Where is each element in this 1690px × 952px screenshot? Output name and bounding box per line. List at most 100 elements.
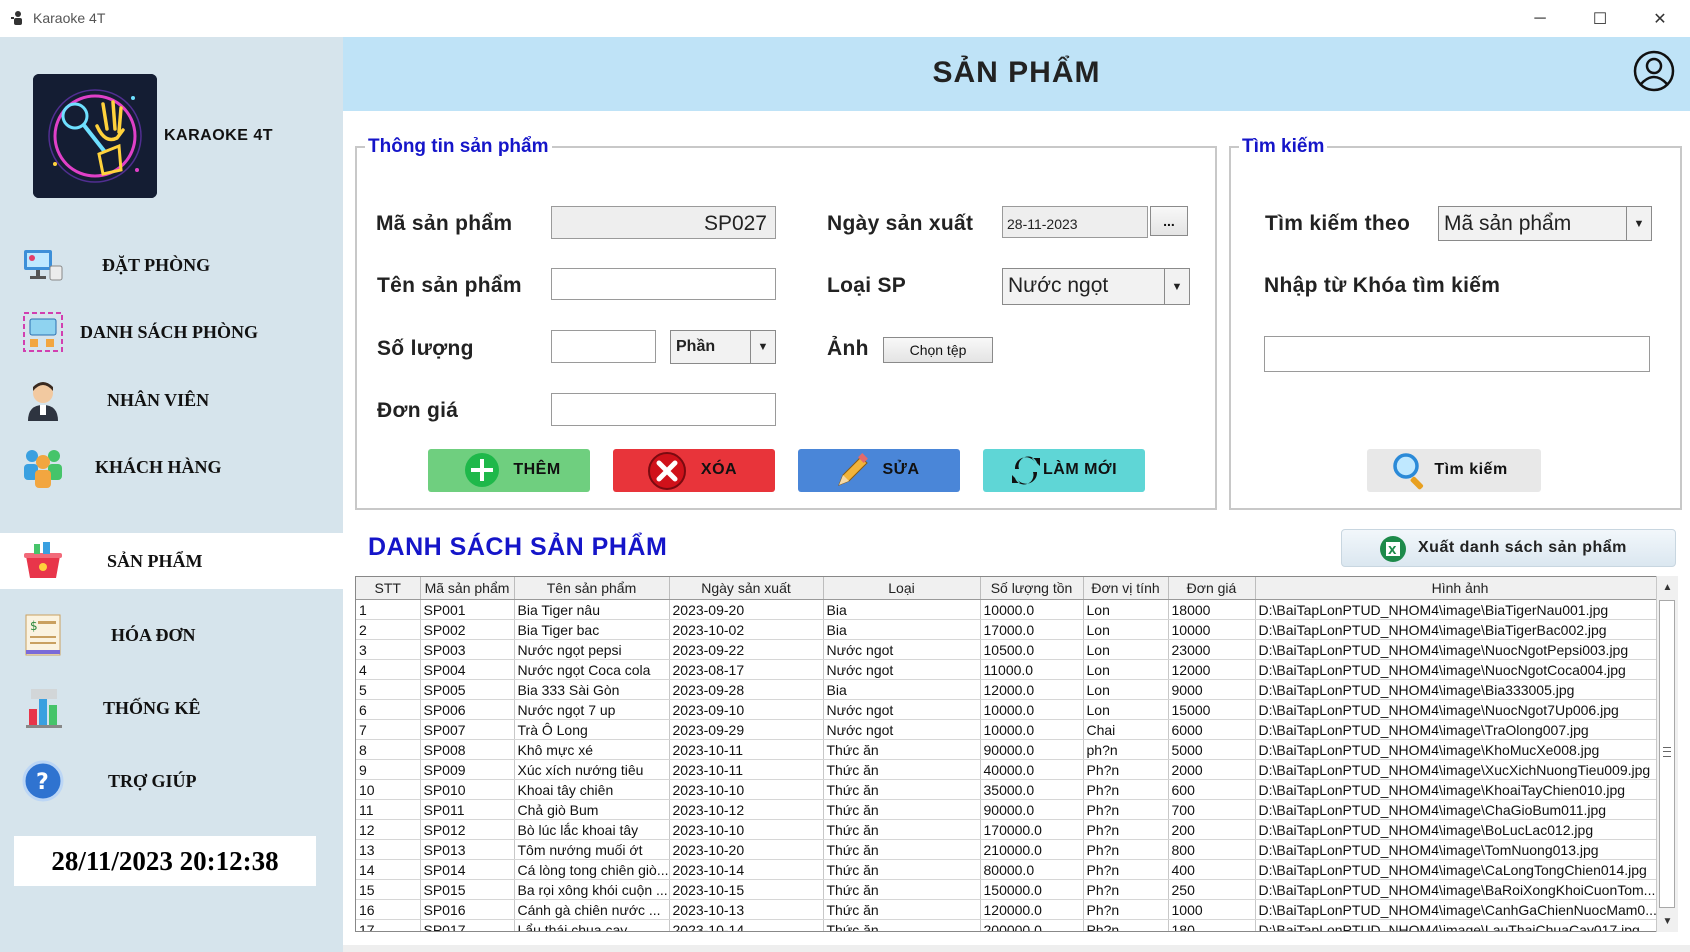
search-keyword-input[interactable] [1264,336,1650,372]
table-cell: ph?n [1083,739,1169,760]
manufacture-date-value: 28-11-2023 [1007,216,1078,232]
table-row[interactable]: 15 SP015 Ba rọi xông khói cuộn ... 2023-10-… [356,879,1666,900]
scroll-up-icon[interactable]: ▲ [1657,578,1678,596]
column-header[interactable]: Tên sản phẩm [514,577,670,600]
edit-button[interactable]: SỬA [798,449,960,492]
maximize-button[interactable]: ☐ [1570,0,1630,37]
table-cell: Ph?n [1083,859,1169,880]
table-row[interactable]: 4 SP004 Nước ngọt Coca cola 2023-08-17 Nước … [356,659,1666,680]
product-table: STT Mã sản phẩm Tên sản phẩm Ngày sản xuất L… [355,576,1678,932]
table-cell: Thức ăn [823,739,981,760]
price-input[interactable] [551,393,776,426]
scroll-thumb[interactable] [1659,600,1675,908]
table-row[interactable]: 17 SP017 Lẩu thái chua cay 2023-10-14 Thức ă… [356,919,1666,931]
table-cell: SP005 [420,679,515,700]
export-list-button[interactable]: X Xuất danh sách sản phẩm [1341,529,1676,567]
column-header[interactable]: Mã sản phẩm [420,577,515,600]
table-row[interactable]: 6 SP006 Nước ngọt 7 up 2023-09-10 Nước ngot 1… [356,699,1666,720]
table-row[interactable]: 2 SP002 Bia Tiger bac 2023-10-02 Bia 17000.0 L… [356,619,1666,640]
search-by-label: Tìm kiếm theo [1265,212,1411,235]
column-header[interactable]: Ngày sản xuất [669,577,824,600]
quantity-input[interactable] [551,330,656,363]
table-row[interactable]: 14 SP014 Cá lòng tong chiên giò... 2023-10-… [356,859,1666,880]
table-cell: 2023-10-11 [669,739,824,760]
table-cell: 600 [1168,779,1256,800]
nav-item-dat-phong[interactable]: ĐẶT PHÒNG [0,237,343,293]
scroll-down-icon[interactable]: ▼ [1657,912,1678,930]
search-button[interactable]: Tìm kiếm [1367,449,1541,492]
table-row[interactable]: 1 SP001 Bia Tiger nâu 2023-09-20 Bia 10000.0 L… [356,599,1666,620]
nav-item-san-pham[interactable]: SẢN PHẨM [0,533,343,589]
chevron-down-icon[interactable]: ▼ [750,331,775,363]
table-row[interactable]: 8 SP008 Khô mực xé 2023-10-11 Thức ăn 90000.0… [356,739,1666,760]
plus-icon [465,453,499,487]
svg-text:?: ? [36,770,49,795]
refresh-icon [1012,456,1040,485]
table-cell: 2000 [1168,759,1256,780]
manufacture-date-field[interactable]: 28-11-2023 [1002,206,1148,238]
table-cell: D:\BaiTapLonPTUD_NHOM4\image\NuocNgotPep… [1255,639,1666,660]
table-cell: Khô mực xé [514,739,670,760]
add-button[interactable]: THÊM [428,449,590,492]
product-name-input[interactable] [551,268,776,300]
user-account-icon[interactable] [1633,50,1675,92]
table-row[interactable]: 16 SP016 Cánh gà chiên nước ... 2023-10-13 T… [356,899,1666,920]
nav-item-nhan-vien[interactable]: NHÂN VIÊN [0,372,343,428]
table-scrollbar[interactable]: ▲ ▼ [1656,576,1678,932]
clock-display: 28/11/2023 20:12:38 [14,836,316,886]
table-row[interactable]: 3 SP003 Nước ngọt pepsi 2023-09-22 Nước ngot… [356,639,1666,660]
table-cell: Lon [1083,639,1169,660]
table-cell: SP017 [420,919,515,931]
table-cell: 400 [1168,859,1256,880]
column-header[interactable]: Đơn vị tính [1083,577,1169,600]
table-cell: Nước ngọt Coca cola [514,659,670,680]
column-header[interactable]: Loại [823,577,981,600]
nav-item-hoa-don[interactable]: $ HÓA ĐƠN [0,607,343,663]
refresh-button[interactable]: LÀM MỚI [983,449,1145,492]
table-cell: SP004 [420,659,515,680]
table-cell: Bia [823,679,981,700]
nav-item-thong-ke[interactable]: THỐNG KÊ [0,680,343,736]
column-header[interactable]: Hình ảnh [1255,577,1666,600]
chevron-down-icon[interactable]: ▼ [1164,269,1189,304]
table-row[interactable]: 7 SP007 Trà Ô Long 2023-09-29 Nước ngot 10000… [356,719,1666,740]
table-cell: 2023-10-20 [669,839,824,860]
chevron-down-icon[interactable]: ▼ [1626,207,1651,240]
nav-item-khach-hang[interactable]: KHÁCH HÀNG [0,439,343,495]
unit-value: Phần [676,338,716,355]
column-header[interactable]: Đơn giá [1168,577,1256,600]
table-row[interactable]: 11 SP011 Chả giò Bum 2023-10-12 Thức ăn 90000… [356,799,1666,820]
choose-file-button[interactable]: Chọn tệp [883,337,993,363]
nav-item-tro-giup[interactable]: ? TRỢ GIÚP [0,753,343,809]
image-label: Ảnh [827,337,869,360]
unit-select[interactable]: Phần ▼ [670,330,776,364]
minimize-button[interactable]: ─ [1510,0,1570,37]
search-by-select[interactable]: Mã sản phẩm ▼ [1438,206,1652,241]
excel-icon: X [1380,536,1406,562]
column-header[interactable]: Số lượng tồn [980,577,1084,600]
table-cell: 5 [356,679,421,700]
table-cell: 2023-10-15 [669,879,824,900]
window-bottom-edge [343,945,1690,952]
table-row[interactable]: 10 SP010 Khoai tây chiên 2023-10-10 Thức ăn 3… [356,779,1666,800]
table-row[interactable]: 12 SP012 Bò lúc lắc khoai tây 2023-10-10 Thứ… [356,819,1666,840]
table-cell: D:\BaiTapLonPTUD_NHOM4\image\KhoMucXe008… [1255,739,1666,760]
quantity-label: Số lượng [377,337,474,360]
table-cell: SP014 [420,859,515,880]
invoice-icon: $ [25,614,61,656]
product-type-select[interactable]: Nước ngọt ▼ [1002,268,1190,305]
table-cell: SP013 [420,839,515,860]
date-picker-button[interactable]: ... [1150,206,1188,236]
table-cell: 35000.0 [980,779,1084,800]
table-row[interactable]: 13 SP013 Tôm nướng muối ớt 2023-10-20 Thức ă… [356,839,1666,860]
table-row[interactable]: 9 SP009 Xúc xích nướng tiêu 2023-10-11 Thức … [356,759,1666,780]
column-header[interactable]: STT [356,577,421,600]
table-cell: 10000.0 [980,599,1084,620]
nav-label: NHÂN VIÊN [107,389,210,410]
table-cell: Lon [1083,599,1169,620]
table-row[interactable]: 5 SP005 Bia 333 Sài Gòn 2023-09-28 Bia 12000.… [356,679,1666,700]
close-button[interactable]: ✕ [1630,0,1690,37]
table-cell: 2023-10-10 [669,779,824,800]
delete-button[interactable]: XÓA [613,449,775,492]
nav-item-danh-sach-phong[interactable]: DANH SÁCH PHÒNG [0,304,343,360]
